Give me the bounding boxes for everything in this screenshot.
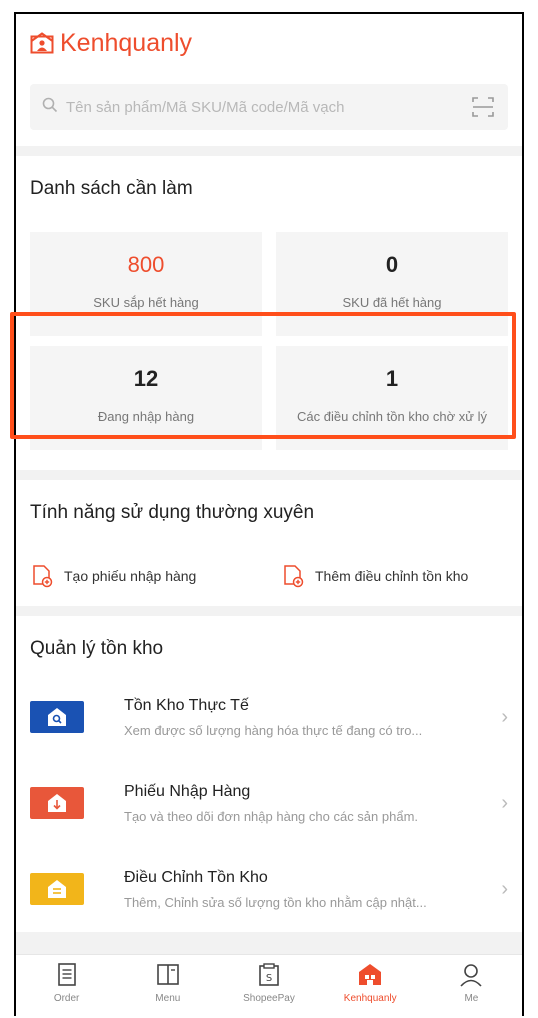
order-icon [53, 961, 81, 989]
menu-icon [154, 961, 182, 989]
tab-label: Menu [155, 993, 181, 1004]
search-icon [42, 97, 58, 118]
inventory-title: Quản lý tồn kho [30, 638, 164, 659]
wallet-icon: S [255, 961, 283, 989]
todo-tile-out-of-stock[interactable]: 0 SKU đã hết hàng [276, 232, 508, 336]
todo-tile-receiving[interactable]: 12 Đang nhập hàng [30, 346, 262, 450]
list-item-stock-adjustment[interactable]: Điều Chỉnh Tồn Kho Thêm, Chỉnh sửa số lư… [16, 846, 522, 932]
tile-value: 1 [385, 366, 399, 391]
todo-section: Danh sách cần làm 800 SKU sắp hết hàng 0… [16, 156, 522, 470]
tab-menu[interactable]: Menu [117, 955, 218, 1016]
app-screen: Kenhquanly Tên sản phẩm/Mã SKU/Mã code/M… [14, 12, 524, 1016]
header: Kenhquanly Tên sản phẩm/Mã SKU/Mã code/M… [16, 14, 522, 146]
user-icon [457, 961, 485, 989]
create-receipt-button[interactable]: Tạo phiếu nhập hàng [30, 550, 257, 602]
tile-label: Đang nhập hàng [97, 409, 195, 424]
list-item-receipts[interactable]: Phiếu Nhập Hàng Tạo và theo dõi đơn nhập… [16, 760, 522, 846]
document-add-icon [281, 564, 305, 588]
features-title: Tính năng sử dụng thường xuyên [30, 502, 315, 523]
feature-label: Thêm điều chỉnh tồn kho [315, 568, 469, 584]
shop-icon [356, 961, 384, 989]
feature-label: Tạo phiếu nhập hàng [64, 568, 197, 584]
warehouse-inbound-icon [30, 785, 84, 821]
todo-grid: 800 SKU sắp hết hàng 0 SKU đã hết hàng 1… [16, 214, 522, 450]
tile-label: Các điều chỉnh tồn kho chờ xử lý [297, 409, 487, 424]
tab-label: Kenhquanly [343, 993, 397, 1004]
warehouse-search-icon [30, 699, 84, 735]
scan-icon[interactable] [470, 94, 496, 120]
list-item-text: Tồn Kho Thực Tế Xem được số lượng hàng h… [124, 697, 490, 738]
tab-shopeepay[interactable]: S ShopeePay [218, 955, 319, 1016]
inventory-section: Quản lý tồn kho Tồn Kho Thực Tế Xem được… [16, 616, 522, 932]
list-item-subtitle: Thêm, Chỉnh sửa số lượng tồn kho nhằm cậ… [124, 894, 427, 910]
list-item-title: Điều Chỉnh Tồn Kho [124, 868, 268, 886]
tab-label: Me [464, 993, 479, 1004]
list-item-text: Phiếu Nhập Hàng Tạo và theo dõi đơn nhập… [124, 783, 490, 824]
search-input[interactable]: Tên sản phẩm/Mã SKU/Mã code/Mã vạch [66, 99, 462, 116]
tile-label: SKU sắp hết hàng [93, 295, 199, 310]
tab-me[interactable]: Me [421, 955, 522, 1016]
search-bar[interactable]: Tên sản phẩm/Mã SKU/Mã code/Mã vạch [30, 84, 508, 130]
tab-label: ShopeePay [243, 993, 295, 1004]
todo-tile-low-stock[interactable]: 800 SKU sắp hết hàng [30, 232, 262, 336]
list-item-text: Điều Chỉnh Tồn Kho Thêm, Chỉnh sửa số lư… [124, 869, 490, 910]
todo-title: Danh sách cần làm [30, 178, 193, 199]
svg-text:S: S [266, 973, 272, 984]
list-item-actual-stock[interactable]: Tồn Kho Thực Tế Xem được số lượng hàng h… [16, 674, 522, 760]
tile-value: 800 [127, 252, 165, 277]
tile-label: SKU đã hết hàng [342, 295, 442, 310]
list-item-subtitle: Tạo và theo dõi đơn nhập hàng cho các sả… [124, 808, 419, 824]
chevron-right-icon: › [501, 877, 508, 900]
shop-logo-icon [30, 32, 54, 54]
tab-label: Order [53, 993, 80, 1004]
bottom-tab-bar: Order Menu S ShopeePay Kenhquanly Me [16, 954, 522, 1016]
tab-order[interactable]: Order [16, 955, 117, 1016]
tile-value: 0 [385, 252, 399, 277]
todo-tile-pending-adjustments[interactable]: 1 Các điều chỉnh tồn kho chờ xử lý [276, 346, 508, 450]
warehouse-adjust-icon [30, 871, 84, 907]
list-item-subtitle: Xem được số lượng hàng hóa thực tế đang … [124, 722, 423, 738]
features-row: Tạo phiếu nhập hàng Thêm điều chỉnh tồn … [16, 538, 522, 602]
brand-name: Kenhquanly [60, 28, 193, 57]
chevron-right-icon: › [501, 791, 508, 814]
add-adjustment-button[interactable]: Thêm điều chỉnh tồn kho [257, 550, 508, 602]
document-add-icon [30, 564, 54, 588]
list-item-title: Phiếu Nhập Hàng [124, 782, 251, 800]
chevron-right-icon: › [501, 705, 508, 728]
tab-kenhquanly[interactable]: Kenhquanly [320, 955, 421, 1016]
brand: Kenhquanly [30, 28, 508, 58]
tile-value: 12 [133, 366, 159, 391]
features-section: Tính năng sử dụng thường xuyên Tạo phiếu… [16, 480, 522, 606]
list-item-title: Tồn Kho Thực Tế [124, 696, 249, 714]
